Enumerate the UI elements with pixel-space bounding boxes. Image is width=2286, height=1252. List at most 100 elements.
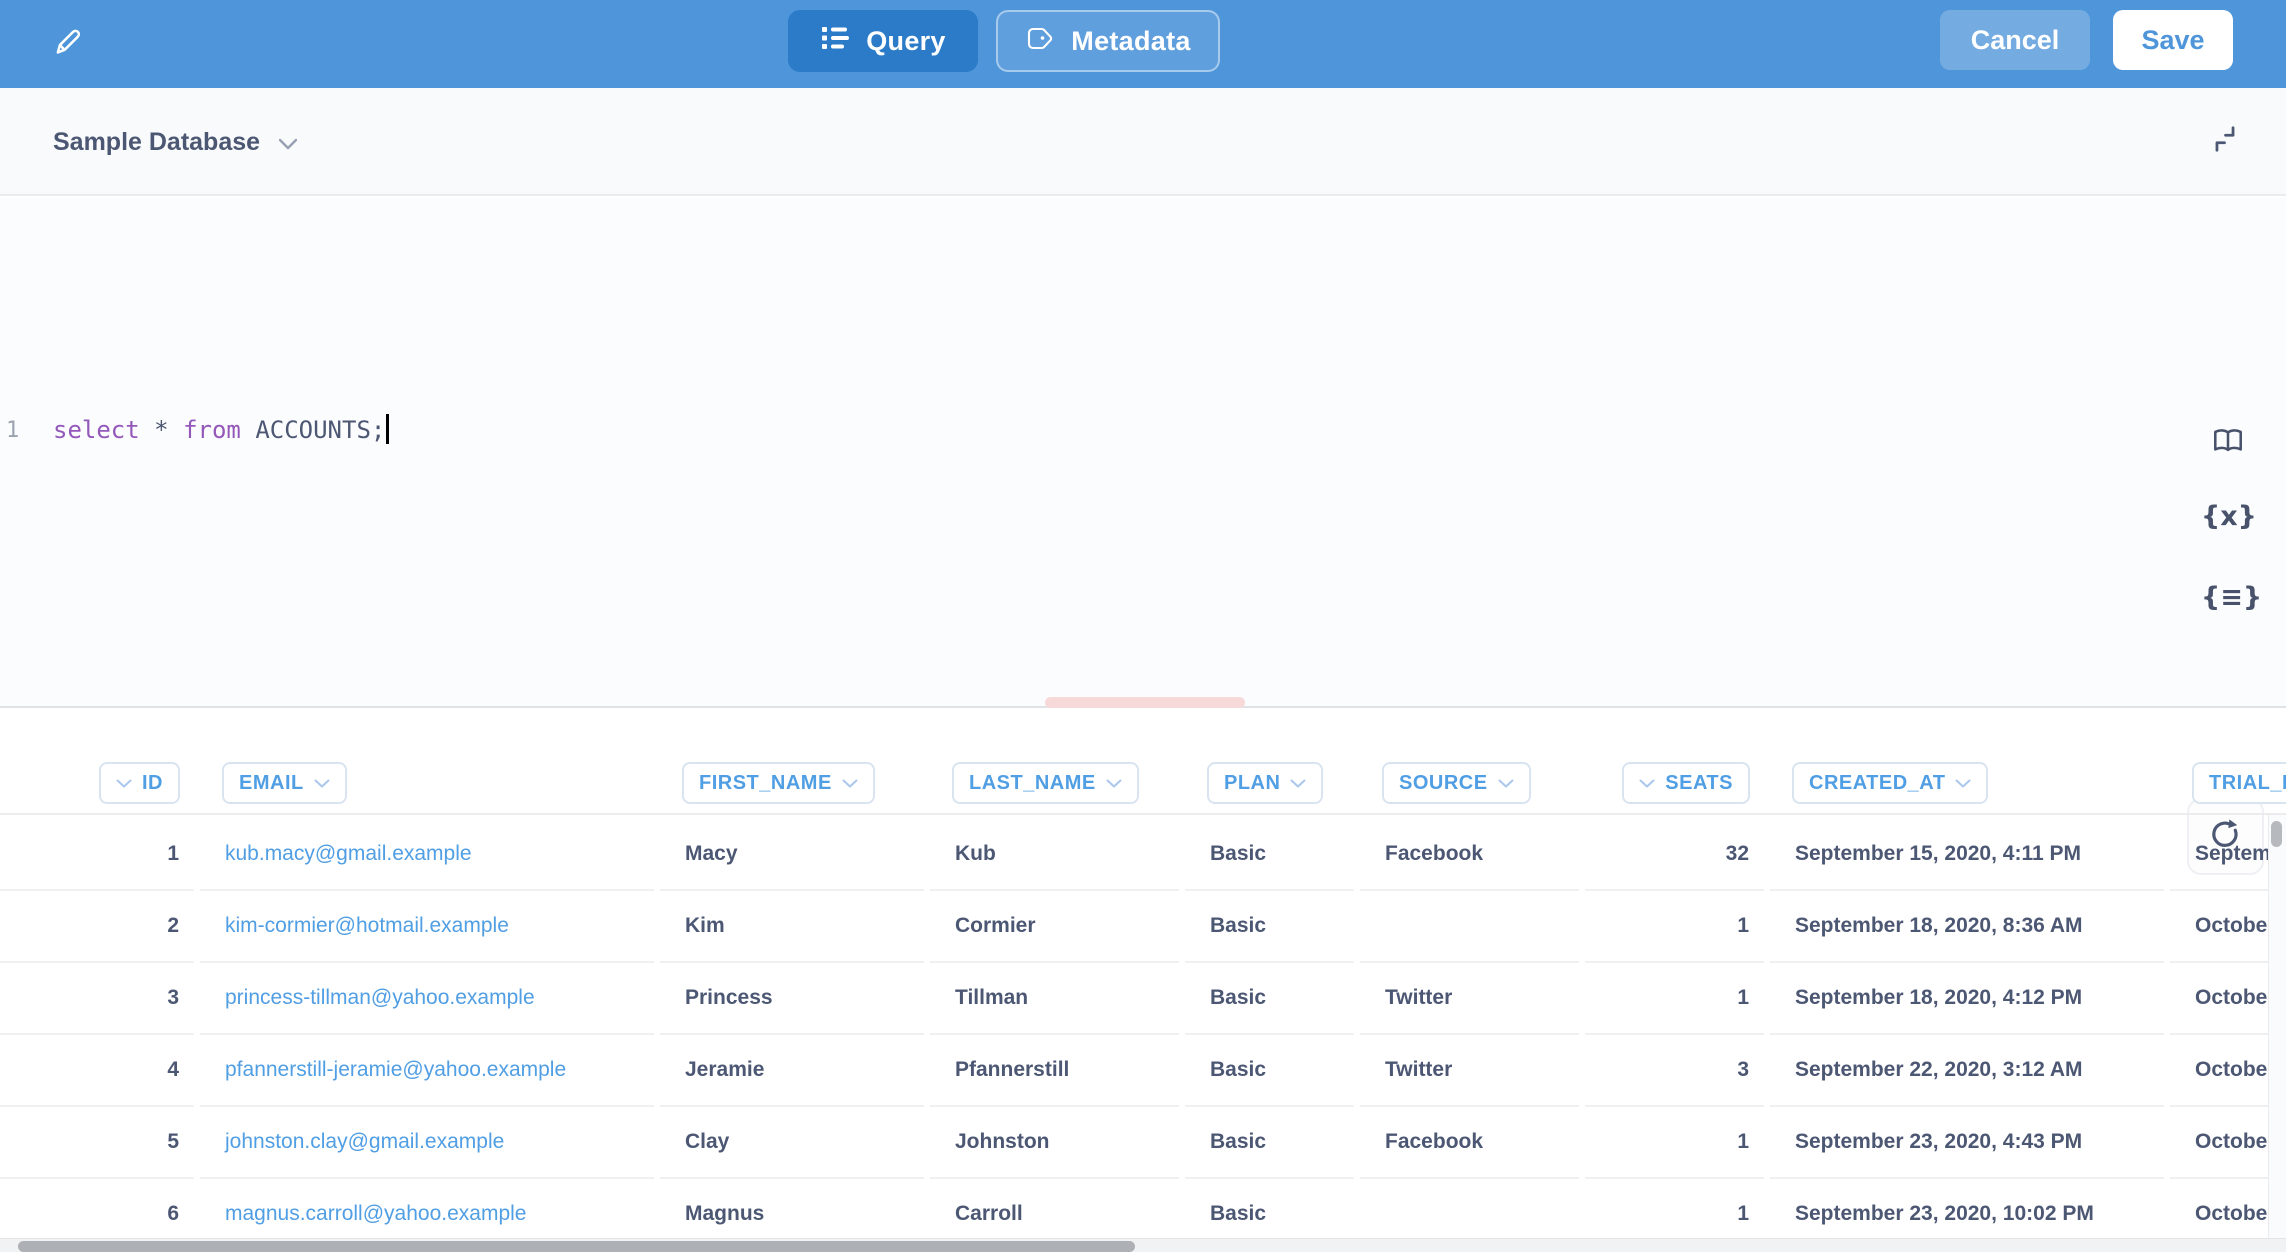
tab-metadata[interactable]: Metadata bbox=[996, 10, 1220, 72]
tab-metadata-label: Metadata bbox=[1071, 26, 1190, 57]
column-header-label: SOURCE bbox=[1399, 772, 1488, 795]
cell-created_at[interactable]: September 15, 2020, 4:11 PM bbox=[1770, 819, 2164, 891]
line-number: 1 bbox=[6, 418, 19, 443]
cell-seats[interactable]: 1 bbox=[1585, 963, 1764, 1035]
cell-source[interactable]: Twitter bbox=[1360, 1035, 1579, 1107]
column-header-first_name[interactable]: FIRST_NAME bbox=[682, 762, 875, 804]
column-header-seats[interactable]: SEATS bbox=[1622, 762, 1750, 804]
column-header-source[interactable]: SOURCE bbox=[1382, 762, 1531, 804]
cell-seats[interactable]: 1 bbox=[1585, 1107, 1764, 1179]
sql-editor[interactable]: 1 select * from ACCOUNTS; {x} {≡} bbox=[0, 198, 2286, 708]
cell-seats[interactable]: 32 bbox=[1585, 819, 1764, 891]
cell-last_name[interactable]: Cormier bbox=[930, 891, 1179, 963]
column-header-plan[interactable]: PLAN bbox=[1207, 762, 1323, 804]
cell-first_name[interactable]: Clay bbox=[660, 1107, 924, 1179]
cell-email[interactable]: princess-tillman@yahoo.example bbox=[200, 963, 654, 1035]
row-left-gutter bbox=[0, 963, 63, 1035]
cell-created_at[interactable]: September 18, 2020, 8:36 AM bbox=[1770, 891, 2164, 963]
cell-last_name[interactable]: Tillman bbox=[930, 963, 1179, 1035]
cell-last_name[interactable]: Kub bbox=[930, 819, 1179, 891]
cell-plan[interactable]: Basic bbox=[1185, 1035, 1354, 1107]
row-left-gutter bbox=[0, 1107, 63, 1179]
snippets-icon[interactable]: {≡} bbox=[2201, 582, 2262, 613]
list-icon bbox=[820, 23, 850, 60]
horizontal-scrollbar-thumb[interactable] bbox=[18, 1241, 1135, 1252]
cell-id[interactable]: 2 bbox=[60, 891, 194, 963]
tag-icon bbox=[1025, 23, 1055, 60]
cell-first_name[interactable]: Macy bbox=[660, 819, 924, 891]
table-row: 1kub.macy@gmail.exampleMacyKubBasicFaceb… bbox=[0, 819, 2286, 891]
column-header-label: SEATS bbox=[1665, 772, 1733, 795]
variables-icon[interactable]: {x} bbox=[2201, 501, 2257, 532]
sql-token-operator: * bbox=[154, 416, 183, 444]
cell-id[interactable]: 4 bbox=[60, 1035, 194, 1107]
row-left-gutter bbox=[0, 819, 63, 891]
cancel-button-label: Cancel bbox=[1971, 25, 2060, 56]
cell-created_at[interactable]: September 23, 2020, 4:43 PM bbox=[1770, 1107, 2164, 1179]
column-header-label: ID bbox=[142, 772, 163, 795]
chevron-down-icon bbox=[1498, 779, 1514, 788]
cell-source[interactable]: Facebook bbox=[1360, 819, 1579, 891]
cell-created_at[interactable]: September 22, 2020, 3:12 AM bbox=[1770, 1035, 2164, 1107]
column-header-id[interactable]: ID bbox=[99, 762, 180, 804]
column-header-label: LAST_NAME bbox=[969, 772, 1096, 795]
chevron-down-icon bbox=[1955, 779, 1971, 788]
column-header-label: PLAN bbox=[1224, 772, 1280, 795]
chevron-down-icon bbox=[116, 779, 132, 788]
cell-email[interactable]: kub.macy@gmail.example bbox=[200, 819, 654, 891]
editor-resize-handle[interactable] bbox=[1045, 697, 1245, 708]
chevron-down-icon bbox=[1290, 779, 1306, 788]
column-header-email[interactable]: EMAIL bbox=[222, 762, 347, 804]
save-button[interactable]: Save bbox=[2113, 10, 2233, 70]
cell-first_name[interactable]: Kim bbox=[660, 891, 924, 963]
cell-plan[interactable]: Basic bbox=[1185, 891, 1354, 963]
sql-token-keyword: from bbox=[183, 416, 255, 444]
cell-created_at[interactable]: September 18, 2020, 4:12 PM bbox=[1770, 963, 2164, 1035]
cell-seats[interactable]: 1 bbox=[1585, 891, 1764, 963]
cell-email[interactable]: pfannerstill-jeramie@yahoo.example bbox=[200, 1035, 654, 1107]
cell-email[interactable]: johnston.clay@gmail.example bbox=[200, 1107, 654, 1179]
sql-code-line[interactable]: select * from ACCOUNTS; bbox=[53, 414, 389, 444]
vertical-scrollbar-thumb[interactable] bbox=[2271, 821, 2282, 847]
table-row: 3princess-tillman@yahoo.examplePrincessT… bbox=[0, 963, 2286, 1035]
chevron-down-icon bbox=[1106, 779, 1122, 788]
sql-token-keyword: select bbox=[53, 416, 154, 444]
cell-first_name[interactable]: Princess bbox=[660, 963, 924, 1035]
chevron-down-icon bbox=[1639, 779, 1655, 788]
cancel-button[interactable]: Cancel bbox=[1940, 10, 2090, 70]
database-bar: Sample Database bbox=[0, 88, 2286, 196]
database-picker[interactable]: Sample Database bbox=[53, 118, 298, 166]
cell-id[interactable]: 5 bbox=[60, 1107, 194, 1179]
cell-last_name[interactable]: Johnston bbox=[930, 1107, 1179, 1179]
cell-plan[interactable]: Basic bbox=[1185, 963, 1354, 1035]
database-picker-label: Sample Database bbox=[53, 128, 260, 157]
top-nav-bar: Query Metadata Cancel Save bbox=[0, 0, 2286, 88]
cell-plan[interactable]: Basic bbox=[1185, 819, 1354, 891]
data-reference-book-icon[interactable] bbox=[2210, 426, 2246, 463]
collapse-editor-icon[interactable] bbox=[2210, 124, 2240, 154]
cell-id[interactable]: 3 bbox=[60, 963, 194, 1035]
cell-plan[interactable]: Basic bbox=[1185, 1107, 1354, 1179]
cell-source[interactable]: Facebook bbox=[1360, 1107, 1579, 1179]
vertical-scrollbar-track[interactable] bbox=[2268, 815, 2286, 1238]
chevron-down-icon bbox=[278, 128, 298, 157]
text-caret bbox=[386, 414, 389, 444]
pencil-icon bbox=[52, 26, 84, 58]
cell-email[interactable]: kim-cormier@hotmail.example bbox=[200, 891, 654, 963]
save-button-label: Save bbox=[2141, 25, 2204, 56]
cell-source[interactable]: Twitter bbox=[1360, 963, 1579, 1035]
table-row: 5johnston.clay@gmail.exampleClayJohnston… bbox=[0, 1107, 2286, 1179]
table-row: 2kim-cormier@hotmail.exampleKimCormierBa… bbox=[0, 891, 2286, 963]
tab-query[interactable]: Query bbox=[788, 10, 978, 72]
column-header-created_at[interactable]: CREATED_AT bbox=[1792, 762, 1988, 804]
table-row: 4pfannerstill-jeramie@yahoo.exampleJeram… bbox=[0, 1035, 2286, 1107]
row-left-gutter bbox=[0, 891, 63, 963]
column-header-last_name[interactable]: LAST_NAME bbox=[952, 762, 1139, 804]
cell-id[interactable]: 1 bbox=[60, 819, 194, 891]
sql-token-identifier: ACCOUNTS; bbox=[255, 416, 385, 444]
cell-seats[interactable]: 3 bbox=[1585, 1035, 1764, 1107]
cell-first_name[interactable]: Jeramie bbox=[660, 1035, 924, 1107]
cell-source[interactable] bbox=[1360, 891, 1579, 963]
column-header-trial_e[interactable]: TRIAL_E bbox=[2192, 762, 2286, 804]
cell-last_name[interactable]: Pfannerstill bbox=[930, 1035, 1179, 1107]
